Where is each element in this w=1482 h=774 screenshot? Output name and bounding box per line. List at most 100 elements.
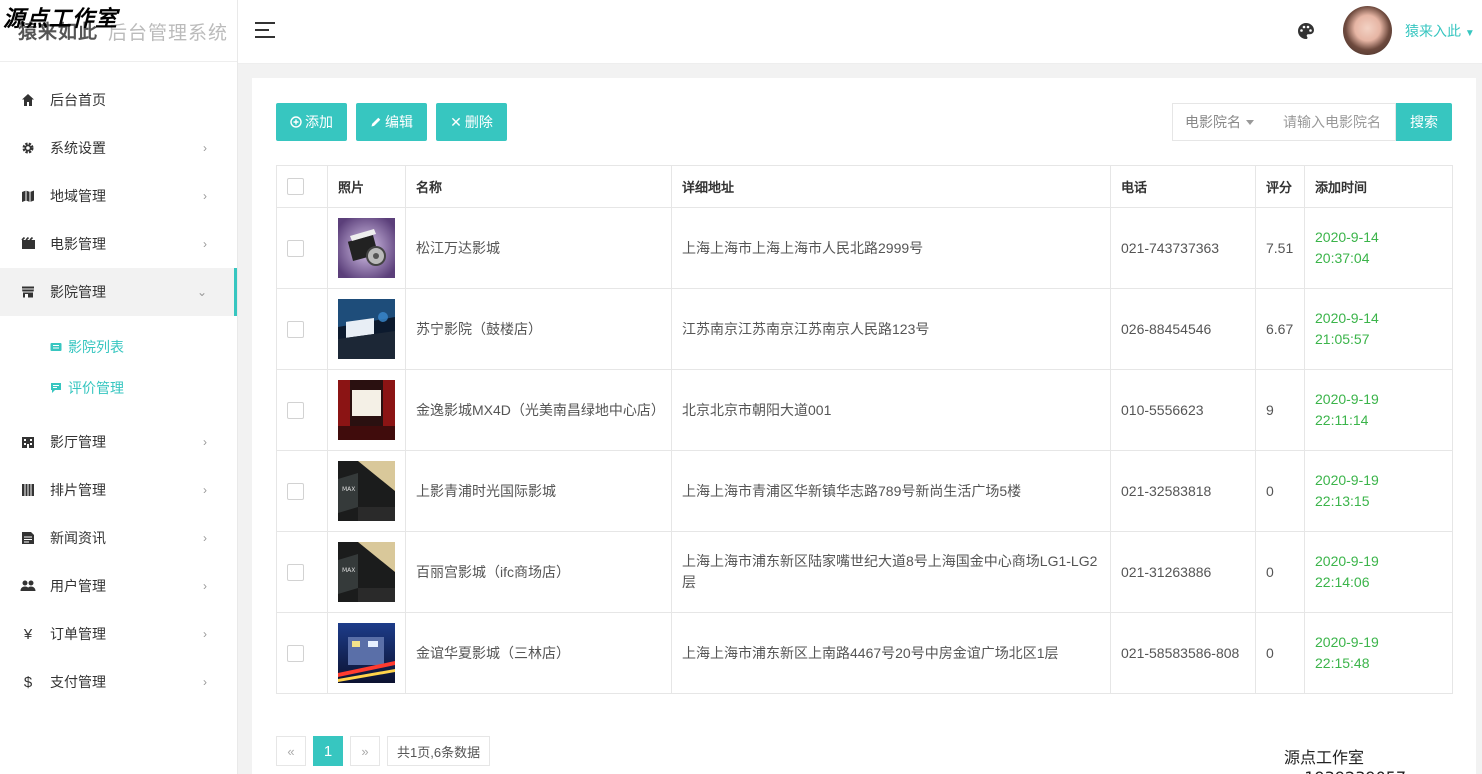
column-header: 详细地址	[671, 165, 1111, 208]
table-row[interactable]: MAX 百丽宫影城（ifc商场店） 上海上海市浦东新区陆家嘴世纪大道8号上海国金中心…	[276, 531, 1453, 613]
avatar[interactable]	[1343, 6, 1392, 55]
added-date: 2020-9-19	[1315, 553, 1379, 569]
home-icon	[20, 92, 36, 108]
address-cell: 上海上海市青浦区华新镇华志路789号新尚生活广场5楼	[671, 450, 1111, 532]
chevron-right-icon: ›	[203, 675, 207, 689]
pagination-next[interactable]: »	[350, 736, 380, 766]
added-date: 2020-9-19	[1315, 472, 1379, 488]
sidebar-item[interactable]: 后台首页	[0, 76, 237, 124]
pagination-info: 共1页,6条数据	[387, 736, 491, 766]
schedule-icon	[20, 482, 36, 498]
sidebar-subitem[interactable]: 评价管理	[0, 367, 237, 408]
photo-cell: MAX	[327, 450, 406, 532]
chevron-right-icon: ›	[203, 237, 207, 251]
table-row[interactable]: MAX 上影青浦时光国际影城 上海上海市青浦区华新镇华志路789号新尚生活广场5楼 0…	[276, 450, 1453, 532]
name-cell: 百丽宫影城（ifc商场店）	[405, 531, 672, 613]
sidebar-item[interactable]: 新闻资讯 ›	[0, 514, 237, 562]
rating-cell: 9	[1255, 369, 1305, 451]
address-cell: 江苏南京江苏南京江苏南京人民路123号	[671, 288, 1111, 370]
select-cell	[276, 207, 328, 289]
caret-down-icon: ▼	[1464, 28, 1475, 39]
cinema-photo	[338, 299, 395, 359]
yen-icon: ¥	[23, 625, 33, 643]
photo-cell	[327, 207, 406, 289]
rating-cell: 0	[1255, 531, 1305, 613]
sidebar-subitem-label: 影院列表	[68, 338, 124, 355]
sidebar-nav: 后台首页系统设置 › 地域管理 › 电影管理 › 影院管理 ⌄ 影院列表评价管理影厅管理 › 排片管…	[0, 76, 237, 706]
added-time: 22:15:48	[1315, 655, 1370, 671]
added-date: 2020-9-14	[1315, 229, 1379, 245]
rating-cell: 7.51	[1255, 207, 1305, 289]
added-time: 20:37:04	[1315, 250, 1370, 266]
sidebar-item-label: 后台首页	[50, 92, 106, 108]
search-input[interactable]	[1270, 103, 1396, 141]
phone-cell: 026-88454546	[1110, 288, 1256, 370]
sidebar-item[interactable]: 影厅管理 ›	[0, 418, 237, 466]
search-field-value: 电影院名	[1185, 114, 1241, 130]
added-time-cell: 2020-9-19 22:13:15	[1304, 450, 1453, 532]
sidebar-subitem[interactable]: 影院列表	[0, 326, 237, 367]
added-time: 22:11:14	[1315, 412, 1369, 428]
user-menu[interactable]: 猿来入此 ▼	[1405, 21, 1475, 41]
chevron-right-icon: ›	[203, 627, 207, 641]
pagination-prev[interactable]: «	[276, 736, 306, 766]
sidebar-item[interactable]: 系统设置 ›	[0, 124, 237, 172]
pagination-page[interactable]: 1	[313, 736, 343, 766]
added-time: 21:05:57	[1315, 331, 1370, 347]
map-icon	[20, 188, 36, 204]
building-icon	[20, 434, 36, 450]
sidebar-item[interactable]: $ 支付管理 ›	[0, 658, 237, 706]
table-row[interactable]: 松江万达影城 上海上海市上海上海市人民北路2999号 021-743737363 7.…	[276, 207, 1453, 289]
row-checkbox[interactable]	[287, 401, 304, 419]
sidebar-item[interactable]: 电影管理 ›	[0, 220, 237, 268]
search-field-select[interactable]: 电影院名	[1172, 103, 1271, 141]
sidebar-item-label: 电影管理	[50, 236, 106, 252]
sidebar: 猿来如此 后台管理系统 后台首页 系统设置 › 地域管理 › 电影管理 › 影院管理 ⌄ 影院列表…	[0, 0, 238, 774]
phone-cell: 021-31263886	[1110, 531, 1256, 613]
sidebar-item[interactable]: 地域管理 ›	[0, 172, 237, 220]
top-bar: 猿来入此 ▼	[238, 0, 1482, 64]
cinema-photo: MAX	[338, 542, 395, 602]
row-checkbox[interactable]	[287, 644, 304, 662]
name-cell: 苏宁影院（鼓楼店）	[405, 288, 672, 370]
sidebar-item-label: 影院管理	[50, 284, 106, 300]
svg-text:MAX: MAX	[342, 567, 355, 574]
menu-toggle-icon[interactable]	[255, 22, 275, 38]
add-button[interactable]: 添加	[276, 103, 347, 141]
added-date: 2020-9-14	[1315, 310, 1379, 326]
store-icon	[20, 284, 36, 300]
rating-cell: 0	[1255, 450, 1305, 532]
chevron-right-icon: ›	[203, 483, 207, 497]
address-cell: 上海上海市浦东新区上南路4467号20号中房金谊广场北区1层	[671, 612, 1111, 694]
table-row[interactable]: 苏宁影院（鼓楼店） 江苏南京江苏南京江苏南京人民路123号 026-88454546…	[276, 288, 1453, 370]
rating-cell: 0	[1255, 612, 1305, 694]
chevron-right-icon: ›	[203, 531, 207, 545]
search-button[interactable]: 搜索	[1396, 103, 1452, 141]
row-checkbox[interactable]	[287, 563, 304, 581]
table-row[interactable]: 金谊华夏影城（三林店） 上海上海市浦东新区上南路4467号20号中房金谊广场北区1…	[276, 612, 1453, 694]
table-row[interactable]: 金逸影城MX4D（光美南昌绿地中心店） 北京北京市朝阳大道001 010-55566…	[276, 369, 1453, 451]
row-checkbox[interactable]	[287, 320, 304, 338]
row-checkbox[interactable]	[287, 482, 304, 500]
sidebar-item[interactable]: 影院管理 ⌄	[0, 268, 237, 316]
row-checkbox[interactable]	[287, 239, 304, 257]
sidebar-item[interactable]: 用户管理 ›	[0, 562, 237, 610]
photo-cell	[327, 369, 406, 451]
credit-text: 源点工作室qq1939239057	[1284, 748, 1406, 774]
palette-icon[interactable]	[1296, 21, 1316, 41]
sidebar-subitem-label: 评价管理	[68, 379, 124, 396]
select-all-checkbox[interactable]	[287, 178, 304, 195]
sidebar-item[interactable]: ¥ 订单管理 ›	[0, 610, 237, 658]
name-cell: 金逸影城MX4D（光美南昌绿地中心店）	[405, 369, 672, 451]
cinema-table: 照片 名称 详细地址 电话 评分 添加时间 松江万达影城 上海上海市上海上海市人民…	[276, 165, 1453, 694]
edit-button[interactable]: 编辑	[356, 103, 427, 141]
cinema-photo	[338, 218, 395, 278]
added-date: 2020-9-19	[1315, 634, 1379, 650]
username: 猿来入此	[1405, 23, 1461, 39]
dollar-icon: $	[23, 673, 33, 691]
users-icon	[20, 578, 36, 594]
delete-button[interactable]: ✕ 删除	[436, 103, 507, 141]
sidebar-item[interactable]: 排片管理 ›	[0, 466, 237, 514]
logo-system-name: 后台管理系统	[108, 23, 229, 44]
ticket-icon	[50, 342, 62, 352]
